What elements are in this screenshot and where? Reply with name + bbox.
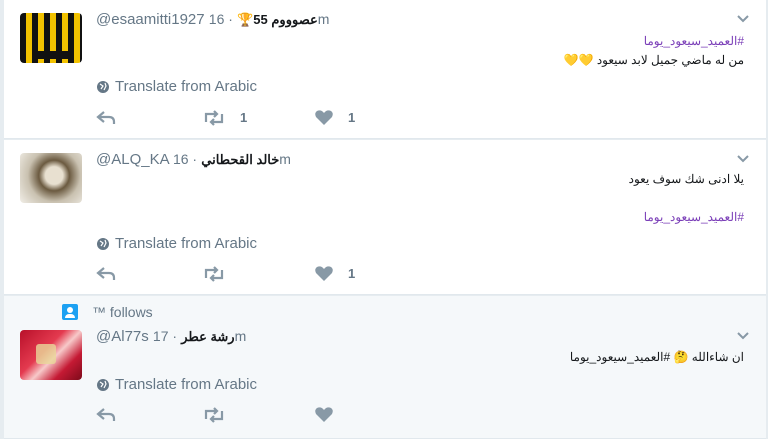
tweet-header: @esaamitti1927 عصوووم 55🏆 · 16m	[96, 11, 330, 28]
retweet-icon	[204, 406, 224, 423]
caret-down-icon[interactable]	[736, 152, 750, 166]
reply-button[interactable]	[96, 407, 202, 423]
hashtag-link[interactable]: #العميد_سيعود_يوما	[644, 34, 744, 48]
heart-icon	[315, 407, 333, 422]
tweet-actions: 1	[96, 265, 355, 282]
retweet-button[interactable]: 1	[202, 109, 314, 126]
translate-link[interactable]: Translate from Arabic	[96, 376, 257, 393]
avatar[interactable]	[20, 13, 82, 63]
caret-down-icon[interactable]	[736, 12, 750, 26]
social-context-label[interactable]: ™ follows	[92, 304, 153, 320]
like-count: 1	[348, 110, 356, 125]
user-name[interactable]: عصوووم 55🏆	[237, 12, 318, 27]
retweet-icon	[204, 265, 224, 282]
reply-icon	[96, 266, 116, 280]
tweet-text: يلا ادنى شك سوف يعود	[628, 172, 744, 186]
reply-icon	[96, 407, 116, 421]
retweet-icon	[204, 109, 224, 126]
user-name[interactable]: رشة عطر	[181, 329, 234, 344]
heart-icon	[315, 266, 333, 281]
reply-button[interactable]	[96, 266, 202, 282]
like-button[interactable]	[314, 406, 348, 423]
user-handle[interactable]: @Al77s	[96, 328, 149, 345]
user-handle[interactable]: @ALQ_KA	[96, 151, 169, 168]
translate-label: Translate from Arabic	[115, 78, 257, 95]
like-button[interactable]: 1	[314, 265, 355, 282]
translate-label: Translate from Arabic	[115, 376, 257, 393]
tweet[interactable]: @ALQ_KA خالد القحطاني · 16m يلا ادنى شك …	[4, 140, 766, 295]
translate-link[interactable]: Translate from Arabic	[96, 235, 257, 252]
translate-link[interactable]: Translate from Arabic	[96, 78, 257, 95]
like-count: 1	[348, 266, 356, 281]
retweet-button[interactable]	[202, 406, 314, 423]
retweet-button[interactable]	[202, 265, 314, 282]
caret-down-icon[interactable]	[736, 329, 750, 343]
retweet-count: 1	[240, 110, 248, 125]
tweet-text: من له ماضي جميل لابد سيعود 💛💛	[563, 53, 744, 67]
user-handle[interactable]: @esaamitti1927	[96, 11, 205, 28]
tweet-actions: 1 1	[96, 109, 355, 126]
user-name[interactable]: خالد القحطاني	[201, 152, 279, 167]
globe-icon	[97, 237, 109, 250]
heart-icon	[315, 110, 333, 125]
avatar[interactable]	[20, 153, 82, 203]
avatar[interactable]	[20, 330, 82, 380]
timeline: @esaamitti1927 عصوووم 55🏆 · 16m #العميد_…	[0, 0, 768, 439]
hashtag-link[interactable]: #العميد_سيعود_يوما	[644, 210, 744, 224]
tweet-text: ان شاءالله 🤔 #العميد_سيعود_يوما	[569, 350, 744, 364]
translate-label: Translate from Arabic	[115, 235, 257, 252]
tweet-actions	[96, 406, 348, 423]
user-follows-icon	[62, 304, 78, 320]
globe-icon	[97, 80, 109, 93]
tweet[interactable]: ™ follows @Al77s رشة عطر · 17m ان شاءالل…	[4, 296, 766, 439]
reply-button[interactable]	[96, 110, 202, 126]
globe-icon	[97, 378, 109, 391]
tweet-header: @Al77s رشة عطر · 17m	[96, 328, 247, 345]
tweet-header: @ALQ_KA خالد القحطاني · 16m	[96, 151, 291, 168]
reply-icon	[96, 110, 116, 124]
tweet[interactable]: @esaamitti1927 عصوووم 55🏆 · 16m #العميد_…	[4, 0, 766, 139]
social-context: ™ follows	[62, 304, 153, 320]
like-button[interactable]: 1	[314, 109, 355, 126]
